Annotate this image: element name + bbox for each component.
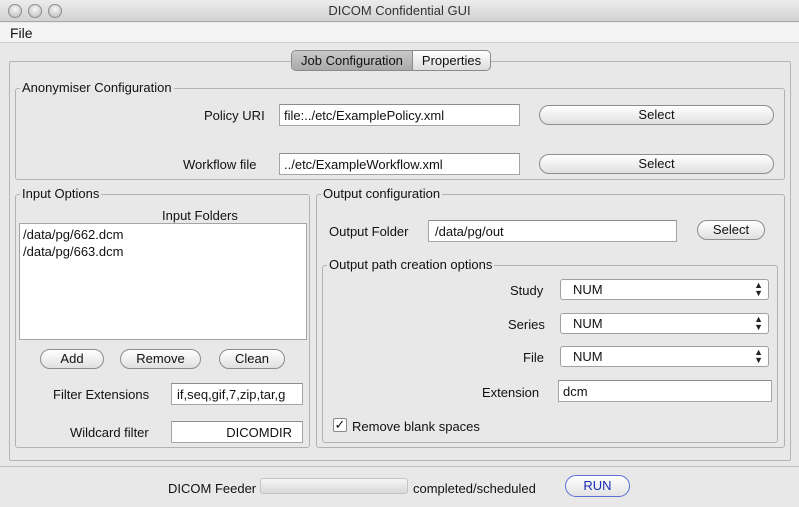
anonymiser-configuration-title: Anonymiser Configuration xyxy=(20,80,174,95)
study-label: Study xyxy=(510,283,544,298)
add-folder-button[interactable]: Add xyxy=(40,349,104,369)
file-selected-value: NUM xyxy=(573,349,603,364)
series-select[interactable]: NUM ▲ ▼ xyxy=(560,313,769,334)
input-options-title: Input Options xyxy=(20,186,102,201)
window-title: DICOM Confidential GUI xyxy=(328,3,471,18)
extension-label: Extension xyxy=(482,385,540,400)
remove-folder-button[interactable]: Remove xyxy=(120,349,201,369)
footer-divider xyxy=(0,466,799,467)
wildcard-filter-field[interactable]: DICOMDIR xyxy=(171,421,303,443)
output-path-options-title: Output path creation options xyxy=(327,257,495,272)
output-folder-select-button[interactable]: Select xyxy=(697,220,765,240)
updown-arrows-icon: ▲ ▼ xyxy=(754,347,763,365)
run-button[interactable]: RUN xyxy=(565,475,630,497)
workflow-file-field[interactable]: ../etc/ExampleWorkflow.xml xyxy=(279,153,520,175)
clean-folders-button[interactable]: Clean xyxy=(219,349,285,369)
workflow-file-label: Workflow file xyxy=(183,157,257,172)
updown-arrows-icon: ▲ ▼ xyxy=(754,280,763,298)
checkmark-icon: ✓ xyxy=(334,417,346,432)
list-item[interactable]: /data/pg/662.dcm xyxy=(20,227,306,244)
updown-arrows-icon: ▲ ▼ xyxy=(754,314,763,332)
series-label: Series xyxy=(508,317,545,332)
dicom-feeder-progress-bar xyxy=(260,478,408,494)
menu-file[interactable]: File xyxy=(10,25,33,41)
workflow-select-button[interactable]: Select xyxy=(539,154,774,174)
tab-properties[interactable]: Properties xyxy=(413,51,490,70)
file-select[interactable]: NUM ▲ ▼ xyxy=(560,346,769,367)
filter-extensions-field[interactable]: if,seq,gif,7,zip,tar,g xyxy=(171,383,303,405)
policy-uri-field[interactable]: file:../etc/ExamplePolicy.xml xyxy=(279,104,520,126)
policy-uri-label: Policy URI xyxy=(204,108,265,123)
output-folder-field[interactable]: /data/pg/out xyxy=(428,220,677,242)
output-folder-label: Output Folder xyxy=(329,224,409,239)
extension-field[interactable]: dcm xyxy=(558,380,772,402)
tab-bar: Job Configuration Properties xyxy=(291,50,492,71)
remove-blank-spaces-checkbox[interactable]: ✓ xyxy=(333,418,347,432)
output-configuration-title: Output configuration xyxy=(321,186,443,201)
input-folders-list[interactable]: /data/pg/662.dcm /data/pg/663.dcm xyxy=(19,223,307,340)
input-folders-header: Input Folders xyxy=(162,208,238,223)
study-select[interactable]: NUM ▲ ▼ xyxy=(560,279,769,300)
file-label: File xyxy=(523,350,544,365)
policy-select-button[interactable]: Select xyxy=(539,105,774,125)
dicom-feeder-label: DICOM Feeder xyxy=(168,481,257,496)
progress-status-label: completed/scheduled xyxy=(413,481,536,496)
remove-blank-spaces-label: Remove blank spaces xyxy=(352,419,480,434)
filter-extensions-label: Filter Extensions xyxy=(53,387,150,402)
menu-bar: File xyxy=(0,23,799,43)
series-selected-value: NUM xyxy=(573,316,603,331)
title-bar: DICOM Confidential GUI xyxy=(0,0,799,22)
tab-job-configuration[interactable]: Job Configuration xyxy=(292,51,413,70)
wildcard-filter-label: Wildcard filter xyxy=(70,425,149,440)
study-selected-value: NUM xyxy=(573,282,603,297)
list-item[interactable]: /data/pg/663.dcm xyxy=(20,244,306,261)
